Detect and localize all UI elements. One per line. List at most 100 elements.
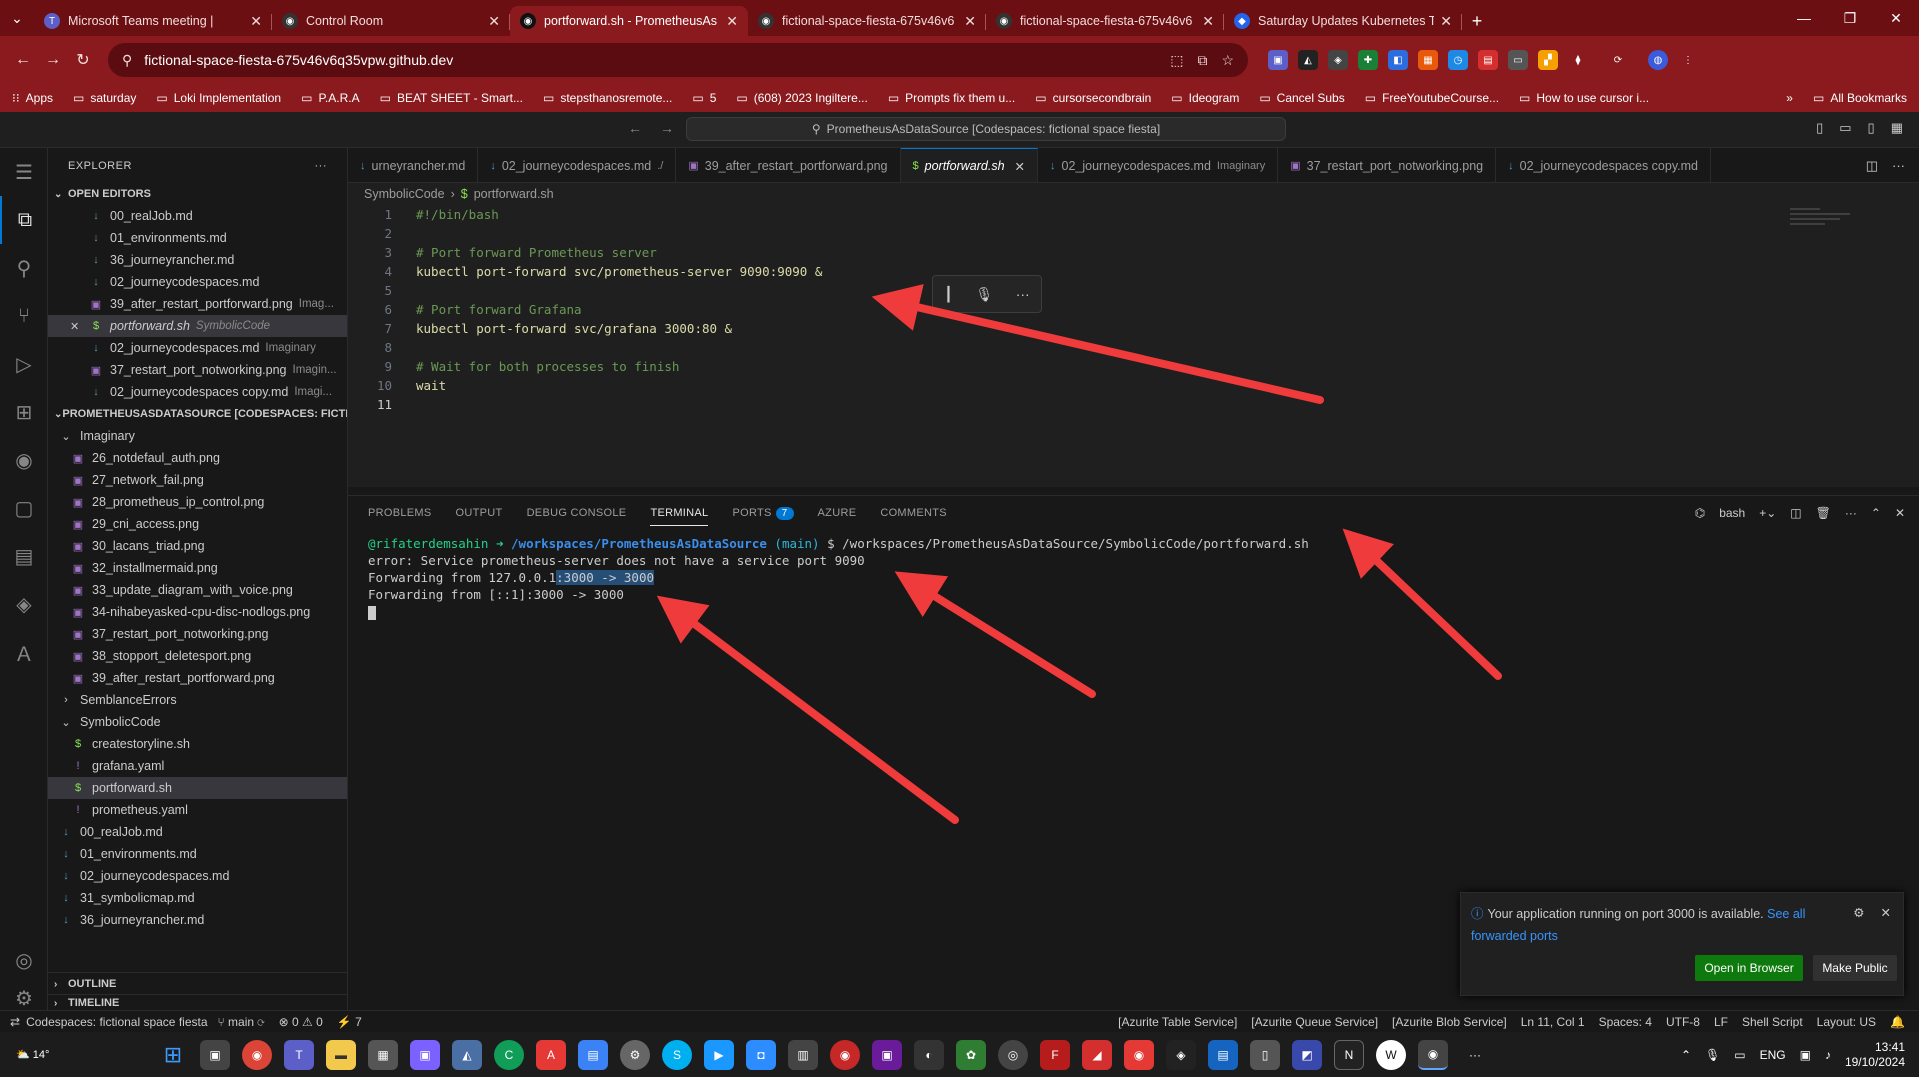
bookmark-item[interactable]: ▭ stepsthanosremote... <box>543 91 672 105</box>
github-icon[interactable]: ◉ <box>0 436 48 484</box>
filezilla-icon[interactable]: F <box>1040 1039 1070 1070</box>
minimize-icon[interactable]: — <box>1781 0 1827 36</box>
explorer-icon[interactable]: ⧉ <box>0 196 48 244</box>
tree-file[interactable]: ↓ 00_realJob.md <box>48 821 347 843</box>
status-item[interactable]: [Azurite Queue Service] <box>1251 1015 1378 1029</box>
panel-tab-comments[interactable]: COMMENTS <box>880 507 947 519</box>
browser-tab[interactable]: ◆ Saturday Updates Kubernetes Tr ✕ <box>1224 6 1462 36</box>
tree-folder[interactable]: ⌄ SymbolicCode <box>48 711 347 733</box>
app-icon[interactable]: ▦ <box>368 1039 398 1070</box>
toggle-sidebar-icon[interactable]: ▯ <box>1816 120 1823 136</box>
branch-status[interactable]: ⑂ main ⟳ <box>218 1015 265 1029</box>
editor-tab[interactable]: ↓ urneyrancher.md <box>348 148 479 182</box>
microphone-icon[interactable]: 🎙 <box>975 286 993 303</box>
bookmark-item[interactable]: ▭ saturday <box>73 91 136 105</box>
status-item[interactable]: Spaces: 4 <box>1599 1015 1652 1029</box>
install-icon[interactable]: ⬚ <box>1170 52 1183 69</box>
timeline-section[interactable]: › TIMELINE <box>48 994 348 1011</box>
reload-icon[interactable]: ↻ <box>68 45 98 75</box>
url-input[interactable]: ⚲ fictional-space-fiesta-675v46v6q35vpw.… <box>108 43 1248 77</box>
new-tab-button[interactable]: + <box>1462 6 1492 36</box>
more-apps-icon[interactable]: ··· <box>1460 1040 1490 1070</box>
status-item[interactable]: [Azurite Table Service] <box>1118 1015 1237 1029</box>
tree-file[interactable]: ! prometheus.yaml <box>48 799 347 821</box>
workspace-section[interactable]: ⌄ PROMETHEUSASDATASOURCE [CODESPACES: FIC… <box>48 403 347 425</box>
app-icon[interactable]: ▯ <box>1250 1039 1280 1070</box>
app-icon[interactable]: W <box>1376 1039 1406 1070</box>
source-control-icon[interactable]: ⑂ <box>0 292 48 340</box>
panel-tab-azure[interactable]: AZURE <box>818 507 857 519</box>
panel-tab-terminal[interactable]: TERMINAL <box>650 507 709 526</box>
bookmark-item[interactable]: ▭ How to use cursor i... <box>1519 91 1649 105</box>
problems-status[interactable]: ⊗ 0 ⚠ 0 <box>279 1015 323 1029</box>
close-panel-icon[interactable]: ✕ <box>1895 506 1905 520</box>
tree-file[interactable]: ▣ 38_stopport_deletesport.png <box>48 645 347 667</box>
editor-tab[interactable]: ↓ 02_journeycodespaces copy.md <box>1496 148 1711 182</box>
microphone-icon[interactable]: 🎙 <box>1705 1048 1720 1062</box>
make-public-button[interactable]: Make Public <box>1813 955 1897 981</box>
bell-icon[interactable]: 🔔 <box>1890 1015 1905 1029</box>
close-icon[interactable]: ✕ <box>1881 905 1891 920</box>
split-editor-icon[interactable]: ◫ <box>1866 158 1878 174</box>
drag-handle-icon[interactable]: ┃ <box>944 286 952 303</box>
extension-icon[interactable]: ◧ <box>1388 50 1408 70</box>
ports-status[interactable]: ⚡ 7 <box>337 1015 362 1029</box>
chrome-icon[interactable]: ◉ <box>242 1039 272 1070</box>
bookmark-item[interactable]: ▭ FreeYoutubeCourse... <box>1365 91 1499 105</box>
bookmark-star-icon[interactable]: ☆ <box>1221 52 1234 69</box>
open-editor-item[interactable]: ↓ 02_journeycodespaces.md <box>48 271 347 293</box>
search-icon[interactable]: ⚲ <box>0 244 48 292</box>
gear-icon[interactable]: ⚙ <box>1853 905 1864 920</box>
site-info-icon[interactable]: ⚲ <box>122 52 132 69</box>
close-tab-icon[interactable]: ✕ <box>1015 159 1025 174</box>
editor-tab[interactable]: ↓ 02_journeycodespaces.md ./ <box>478 148 677 182</box>
extension-icon[interactable]: ◷ <box>1448 50 1468 70</box>
bookmarks-overflow-icon[interactable]: » <box>1786 91 1793 105</box>
volume-icon[interactable]: ♪ <box>1825 1048 1831 1062</box>
folder-icon[interactable]: ▤ <box>0 532 48 580</box>
app-icon[interactable]: ◉ <box>830 1039 860 1070</box>
extension-icon[interactable]: ◭ <box>1298 50 1318 70</box>
more-actions-icon[interactable]: ··· <box>315 160 328 172</box>
app-icon[interactable]: ▣ <box>872 1039 902 1070</box>
app-icon[interactable]: ◐ <box>914 1039 944 1070</box>
open-editor-item[interactable]: ↓ 01_environments.md <box>48 227 347 249</box>
battery-icon[interactable]: ▭ <box>1734 1048 1745 1062</box>
panel-tab-problems[interactable]: PROBLEMS <box>368 507 432 519</box>
skype-icon[interactable]: S <box>662 1039 692 1070</box>
toggle-secondary-sidebar-icon[interactable]: ▯ <box>1868 120 1875 136</box>
tree-file[interactable]: ▣ 39_after_restart_portforward.png <box>48 667 347 689</box>
bookmark-item[interactable]: ▭ Loki Implementation <box>156 91 281 105</box>
tree-file[interactable]: $ createstoryline.sh <box>48 733 347 755</box>
more-actions-icon[interactable]: ··· <box>1892 158 1905 173</box>
settings-icon[interactable]: ⚙ <box>620 1039 650 1070</box>
editor-tab[interactable]: ▣ 39_after_restart_portforward.png <box>676 148 901 182</box>
open-in-browser-button[interactable]: Open in Browser <box>1695 955 1803 981</box>
customize-layout-icon[interactable]: ▦ <box>1891 120 1903 136</box>
cast-icon[interactable]: ⧉ <box>1197 52 1207 69</box>
run-debug-icon[interactable]: ▷ <box>0 340 48 388</box>
app-icon[interactable]: C <box>494 1039 524 1070</box>
close-window-icon[interactable]: ✕ <box>1873 0 1919 36</box>
app-icon[interactable]: ✿ <box>956 1039 986 1070</box>
teams-icon[interactable]: T <box>284 1039 314 1070</box>
extension-icon[interactable]: ✚ <box>1358 50 1378 70</box>
panel-tab-output[interactable]: OUTPUT <box>456 507 503 519</box>
tree-file[interactable]: ↓ 36_journeyrancher.md <box>48 909 347 931</box>
open-editor-item[interactable]: ↓ 02_journeycodespaces.md Imaginary <box>48 337 347 359</box>
tree-file[interactable]: ▣ 33_update_diagram_with_voice.png <box>48 579 347 601</box>
remote-explorer-icon[interactable]: ▢ <box>0 484 48 532</box>
tree-file[interactable]: ▣ 37_restart_port_notworking.png <box>48 623 347 645</box>
avatar[interactable]: ◍ <box>1648 50 1668 70</box>
open-editor-item[interactable]: ✕ $ portforward.sh SymbolicCode <box>48 315 347 337</box>
maximize-icon[interactable]: ❐ <box>1827 0 1873 36</box>
close-tab-icon[interactable]: ✕ <box>488 13 500 30</box>
app-icon[interactable]: ◈ <box>1166 1039 1196 1070</box>
close-tab-icon[interactable]: ✕ <box>250 13 262 30</box>
tree-file[interactable]: ▣ 28_prometheus_ip_control.png <box>48 491 347 513</box>
editor-tab[interactable]: ↓ 02_journeycodespaces.md Imaginary <box>1038 148 1279 182</box>
bookmark-item[interactable]: ▭ Prompts fix them u... <box>888 91 1015 105</box>
close-tab-icon[interactable]: ✕ <box>1440 13 1452 30</box>
extension-icon[interactable]: ▭ <box>1508 50 1528 70</box>
status-item[interactable]: Layout: US <box>1817 1015 1876 1029</box>
